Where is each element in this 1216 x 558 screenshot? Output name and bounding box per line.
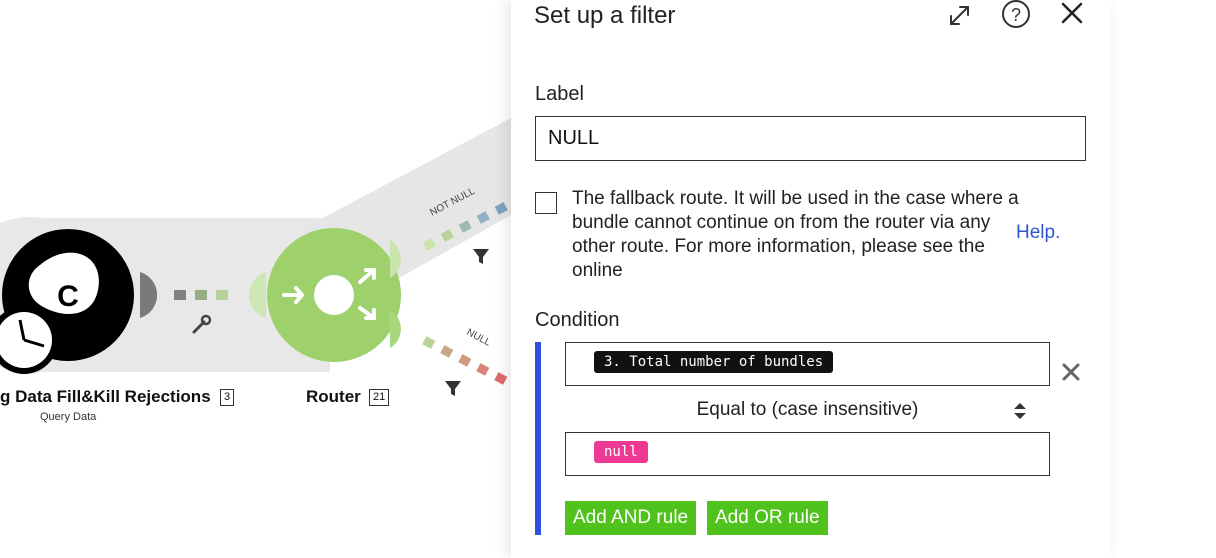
operator-select[interactable]: Equal to (case insensitive)	[565, 395, 1050, 425]
module-sublabel: Query Data	[40, 411, 97, 423]
help-link[interactable]: Help.	[1016, 222, 1060, 244]
right-operand-field[interactable]: null	[565, 432, 1050, 476]
help-icon[interactable]: ?	[1001, 0, 1031, 30]
svg-text:?: ?	[1011, 5, 1021, 25]
route-label-lower: NULL	[465, 327, 493, 349]
close-icon[interactable]	[1057, 0, 1087, 30]
fallback-checkbox[interactable]	[535, 192, 557, 214]
condition-label: Condition	[535, 309, 620, 331]
module-label: g Data Fill&Kill Rejections	[0, 387, 211, 406]
route-lower-dashes	[422, 336, 508, 385]
module-count: 3	[220, 389, 235, 406]
filter-icon-upper[interactable]	[473, 249, 489, 264]
select-arrows-icon[interactable]	[1012, 402, 1028, 420]
router-center	[314, 275, 354, 315]
add-or-rule-button[interactable]: Add OR rule	[707, 501, 828, 535]
panel-title: Set up a filter	[534, 2, 676, 29]
router-label: Router	[306, 387, 361, 406]
svg-text:C: C	[57, 280, 79, 313]
label-input[interactable]	[535, 116, 1086, 161]
fallback-description: The fallback route. It will be used in t…	[572, 188, 1019, 281]
right-operand-pill[interactable]: null	[594, 441, 648, 463]
filter-icon-lower[interactable]	[445, 381, 461, 396]
filter-panel: Set up a filter ? Label The fallback rou…	[511, 0, 1111, 558]
router-output-lower[interactable]	[390, 310, 401, 348]
expand-icon[interactable]	[944, 0, 974, 30]
remove-condition-icon[interactable]	[1060, 361, 1082, 383]
label-field-label: Label	[535, 83, 584, 105]
left-operand-pill[interactable]: 3. Total number of bundles	[594, 351, 834, 373]
condition-group-bar	[535, 342, 541, 535]
left-operand-field[interactable]: 3. Total number of bundles	[565, 342, 1050, 386]
router-count: 21	[369, 389, 390, 406]
link-dashes	[174, 290, 228, 300]
add-and-rule-button[interactable]: Add AND rule	[565, 501, 697, 535]
